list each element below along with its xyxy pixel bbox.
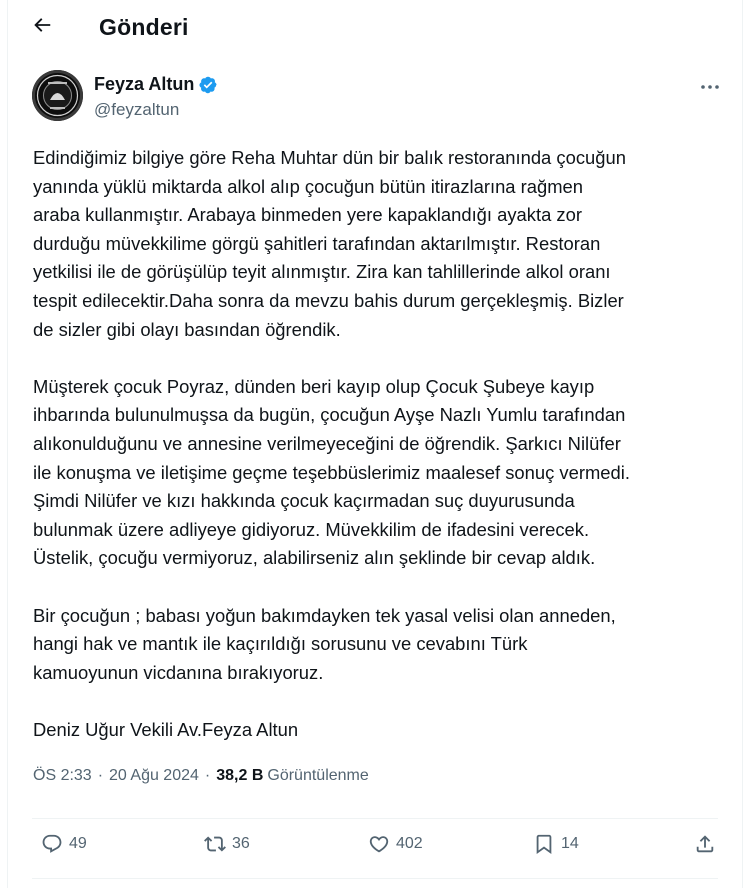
tweet-line: alıkonulduğunu ve annesine verilmeyeceği… <box>33 432 621 454</box>
tweet-line: tespit edilecektir.Daha sonra da mevzu b… <box>33 289 624 311</box>
tweet-line: yanında yüklü miktarda alkol alıp çocuğu… <box>33 175 583 197</box>
reply-button[interactable]: 49 <box>41 833 87 855</box>
bookmark-count: 14 <box>561 835 579 852</box>
tweet-line: araba kullanmıştır. Arabaya binmeden yer… <box>33 204 582 226</box>
page-title: Gönderi <box>99 13 189 40</box>
tweet-line: Bir çocuğun ; babası yoğun bakımdayken t… <box>33 604 616 626</box>
top-bar: Gönderi <box>8 0 742 54</box>
views-count: 38,2 B <box>216 767 264 785</box>
more-options-button[interactable] <box>698 78 722 94</box>
author-handle[interactable]: @feyzaltun <box>94 100 179 120</box>
author-row: Feyza Altun @feyzaltun <box>8 68 742 130</box>
post-detail-view: Gönderi Feyza Altun @feyzaltun Edindiğim… <box>7 0 743 888</box>
tweet-line: kamuoyunun vicdanına bırakıyoruz. <box>33 661 324 683</box>
tweet-paragraph: Edindiğimiz bilgiye göre Reha Muhtar dün… <box>33 144 718 344</box>
heart-icon <box>368 833 390 855</box>
repost-icon <box>204 833 226 855</box>
more-horizontal-icon <box>700 77 720 95</box>
tweet-line: durduğu müvekkilime görgü şahitleri tara… <box>33 232 601 254</box>
author-name-group[interactable]: Feyza Altun <box>94 74 218 95</box>
bookmark-button[interactable]: 14 <box>533 833 579 855</box>
tweet-line: Edindiğimiz bilgiye göre Reha Muhtar dün… <box>33 147 626 168</box>
tweet-line: de sizler gibi olayı basından öğrendik. <box>33 318 341 340</box>
tweet-line: ihbarında bulunulmuşsa da bugün, çocuğun… <box>33 404 626 426</box>
tweet-line: yetkilisi ile de görüşülüp teyit alınmış… <box>33 261 611 283</box>
divider <box>32 878 718 879</box>
tweet-line: Müşterek çocuk Poyraz, dünden beri kayıp… <box>33 375 595 397</box>
verified-badge-icon <box>198 75 218 95</box>
tweet-date[interactable]: 20 Ağu 2024 <box>109 767 199 785</box>
like-count: 402 <box>396 835 423 852</box>
divider <box>32 818 718 819</box>
share-icon <box>694 833 716 855</box>
like-button[interactable]: 402 <box>368 833 423 855</box>
repost-button[interactable]: 36 <box>204 833 250 855</box>
tweet-line: ile konuşma ve iletişime geçme teşebbüsl… <box>33 461 630 483</box>
tweet-line: Şimdi Nilüfer ve kızı hakkında çocuk kaç… <box>33 490 575 512</box>
reply-icon <box>41 833 63 855</box>
author-name[interactable]: Feyza Altun <box>94 74 194 95</box>
action-bar: 49 36 402 14 <box>8 833 742 873</box>
tweet-paragraph: Bir çocuğun ; babası yoğun bakımdayken t… <box>33 602 718 688</box>
arrow-left-icon <box>31 14 53 41</box>
tweet-paragraph: Müşterek çocuk Poyraz, dünden beri kayıp… <box>33 373 718 573</box>
views-label: Görüntülenme <box>267 767 369 785</box>
avatar[interactable] <box>32 70 83 121</box>
tweet-line: bulunmak üzere adliyeye gidiyoruz. Müvek… <box>33 518 590 540</box>
tweet-line: hangi hak ve mantık ile kaçırıldığı soru… <box>33 633 528 655</box>
tweet-line: Üstelik, çocuğu vermiyoruz, alabilirseni… <box>33 547 596 569</box>
tweet-meta: ÖS 2:33 · 20 Ağu 2024 · 38,2 B Görüntüle… <box>33 767 742 785</box>
share-button[interactable] <box>694 833 716 855</box>
tweet-text: Edindiğimiz bilgiye göre Reha Muhtar dün… <box>33 144 718 744</box>
back-button[interactable] <box>24 9 60 45</box>
tweet-paragraph: Deniz Uğur Vekili Av.Feyza Altun <box>33 716 718 745</box>
repost-count: 36 <box>232 835 250 852</box>
meta-separator: · <box>204 767 211 785</box>
tweet-line: Deniz Uğur Vekili Av.Feyza Altun <box>33 718 299 740</box>
bookmark-icon <box>533 833 555 855</box>
reply-count: 49 <box>69 835 87 852</box>
meta-separator: · <box>97 767 104 785</box>
tweet-time[interactable]: ÖS 2:33 <box>33 767 92 785</box>
